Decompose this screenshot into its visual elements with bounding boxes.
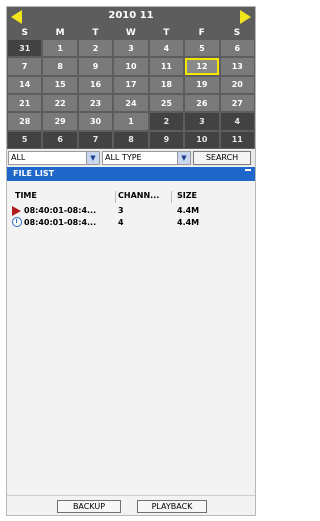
row-channel: 4 (118, 218, 124, 227)
column-header-time[interactable]: TIME (15, 191, 37, 200)
calendar-day[interactable]: 23 (78, 95, 113, 112)
chevron-down-icon[interactable]: ▼ (177, 152, 190, 164)
play-icon (12, 206, 21, 216)
calendar-day-outside-month[interactable]: 10 (185, 131, 219, 148)
weekday-label: T (92, 28, 99, 38)
column-header-channel[interactable]: CHANN... (118, 191, 159, 200)
action-bar: BACKUP PLAYBACK (7, 495, 255, 516)
search-button[interactable]: SEARCH (193, 151, 251, 165)
calendar-day[interactable]: 26 (185, 95, 219, 112)
record-type-select[interactable]: ALL TYPE ▼ (102, 151, 191, 165)
calendar-day[interactable]: 18 (149, 76, 184, 93)
search-filters: ALL ▼ ALL TYPE ▼ SEARCH (7, 150, 255, 166)
calendar-day[interactable]: 9 (78, 58, 113, 75)
weekday-label: M (55, 28, 65, 38)
calendar: 2010 11 S M T W T F S 31 1 2 3 4 5 6 7 8 9 10 11 12 1… (7, 7, 255, 149)
weekday-label: F (198, 28, 205, 38)
channel-select[interactable]: ALL ▼ (8, 151, 100, 165)
row-time: 08:40:01-08:4... (24, 206, 97, 215)
calendar-day[interactable]: 21 (8, 95, 42, 112)
backup-button[interactable]: BACKUP (57, 500, 121, 513)
row-size: 4.4M (177, 206, 200, 215)
calendar-day[interactable]: 1 (43, 40, 77, 57)
calendar-day[interactable]: 6 (220, 40, 254, 57)
file-list-title-text: FILE LIST (13, 169, 55, 178)
calendar-day[interactable]: 8 (43, 58, 77, 75)
calendar-day[interactable]: 1 (114, 113, 148, 130)
weekday-label: S (21, 28, 28, 38)
record-type-select-value: ALL TYPE (105, 153, 142, 162)
row-size: 4.4M (177, 218, 200, 227)
file-list-header: TIME CHANN... SIZE (7, 191, 255, 203)
column-divider[interactable] (171, 191, 172, 203)
channel-select-value: ALL (11, 153, 26, 162)
calendar-day[interactable]: 17 (114, 76, 148, 93)
file-list-row[interactable]: 08:40:01-08:4... 4 4.4M (7, 217, 255, 228)
calendar-header: 2010 11 (7, 7, 255, 27)
calendar-day-outside-month[interactable]: 4 (220, 113, 254, 130)
month-label: 2010 11 (108, 10, 154, 21)
calendar-day[interactable]: 3 (114, 40, 148, 57)
next-month-arrow-icon[interactable] (240, 10, 251, 24)
calendar-day[interactable]: 20 (220, 76, 254, 93)
calendar-day-outside-month[interactable]: 5 (8, 131, 42, 148)
calendar-day-outside-month[interactable]: 6 (43, 131, 77, 148)
row-channel: 3 (118, 206, 124, 215)
calendar-day-outside-month[interactable]: 3 (185, 113, 219, 130)
calendar-day[interactable]: 28 (8, 113, 42, 130)
calendar-day[interactable]: 13 (220, 58, 254, 75)
row-time: 08:40:01-08:4... (24, 218, 97, 227)
weekday-label: S (233, 28, 241, 38)
clock-icon (12, 217, 22, 227)
calendar-day[interactable]: 15 (43, 76, 77, 93)
calendar-day[interactable]: 16 (78, 76, 113, 93)
calendar-day[interactable]: 22 (43, 95, 77, 112)
calendar-day[interactable]: 11 (149, 58, 184, 75)
calendar-day-outside-month[interactable]: 8 (114, 131, 148, 148)
chevron-down-icon[interactable]: ▼ (86, 152, 99, 164)
calendar-days-grid: 31 1 2 3 4 5 6 7 8 9 10 11 12 13 14 15 16 17 18 19 20 21 22 23 2… (8, 40, 254, 148)
calendar-day[interactable]: 4 (149, 40, 184, 57)
calendar-day[interactable]: 24 (114, 95, 148, 112)
calendar-day-outside-month[interactable]: 2 (149, 113, 184, 130)
calendar-day[interactable]: 10 (114, 58, 148, 75)
calendar-day[interactable]: 30 (78, 113, 113, 130)
file-list-row[interactable]: 08:40:01-08:4... 3 4.4M (7, 205, 255, 216)
column-divider[interactable] (115, 191, 116, 203)
calendar-day[interactable]: 27 (220, 95, 254, 112)
column-header-size[interactable]: SIZE (177, 191, 197, 200)
calendar-day[interactable]: 25 (149, 95, 184, 112)
calendar-day[interactable]: 5 (185, 40, 219, 57)
calendar-day[interactable]: 2 (78, 40, 113, 57)
calendar-day[interactable]: 7 (8, 58, 42, 75)
weekday-label: W (125, 28, 136, 38)
calendar-day[interactable]: 19 (185, 76, 219, 93)
calendar-day-outside-month[interactable]: 11 (220, 131, 254, 148)
playback-search-panel: 2010 11 S M T W T F S 31 1 2 3 4 5 6 7 8 9 10 11 12 1… (6, 6, 256, 516)
minimize-icon[interactable] (245, 169, 251, 171)
weekday-label: T (163, 28, 170, 38)
calendar-day[interactable]: 29 (43, 113, 77, 130)
playback-button[interactable]: PLAYBACK (137, 500, 207, 513)
calendar-day-outside-month[interactable]: 9 (149, 131, 184, 148)
weekday-header: S M T W T F S (7, 27, 255, 39)
calendar-day-outside-month[interactable]: 31 (8, 40, 42, 57)
calendar-day-selected[interactable]: 12 (185, 58, 219, 75)
calendar-day[interactable]: 14 (8, 76, 42, 93)
calendar-day-outside-month[interactable]: 7 (78, 131, 113, 148)
file-list-title: FILE LIST (7, 167, 255, 181)
